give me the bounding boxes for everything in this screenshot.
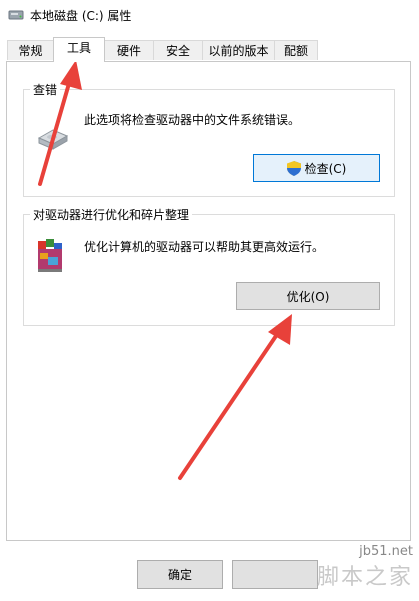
- annotation-arrows: [38, 60, 292, 480]
- arrow-icon-tools-tab: [38, 60, 82, 186]
- tab-tools[interactable]: 工具: [53, 37, 105, 62]
- arrow-icon-optimize-button: [178, 314, 292, 480]
- tab-label: 工具: [66, 41, 91, 55]
